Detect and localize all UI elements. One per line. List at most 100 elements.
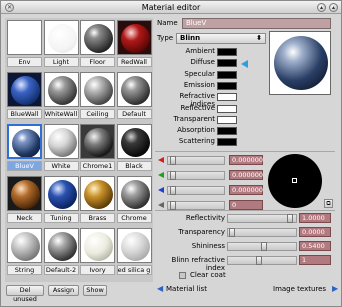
image-textures-link[interactable]: Image textures bbox=[273, 285, 326, 293]
color-swatch[interactable] bbox=[217, 127, 237, 136]
material-cell[interactable]: Light bbox=[43, 20, 79, 68]
name-label: Name bbox=[157, 19, 178, 27]
param-slider[interactable] bbox=[227, 242, 297, 251]
channel-b-value[interactable]: 0.000000 bbox=[229, 185, 263, 195]
material-name: BlueV bbox=[7, 161, 42, 171]
material-cell[interactable]: WhiteWall bbox=[43, 72, 79, 120]
channel-g-slider[interactable] bbox=[167, 171, 225, 180]
material-cell[interactable]: White bbox=[43, 124, 79, 172]
clear-coat-checkbox[interactable] bbox=[179, 272, 186, 279]
channel-a-value[interactable]: 0 bbox=[229, 200, 263, 210]
param-value[interactable]: 1.0000 bbox=[299, 213, 331, 223]
material-cell[interactable]: Tuning bbox=[43, 176, 79, 224]
type-select[interactable]: Blinn ⬍ bbox=[176, 33, 266, 44]
color-swatch[interactable] bbox=[217, 48, 237, 56]
channel-g-value[interactable]: 0.000000 bbox=[229, 170, 263, 180]
material-grid: Env Light Floor RedWall BlueWall WhiteWall Cei… bbox=[5, 18, 153, 282]
slider-knob[interactable] bbox=[170, 201, 176, 210]
color-swatch[interactable] bbox=[217, 138, 237, 147]
material-thumbnail[interactable] bbox=[7, 176, 42, 211]
material-name: Neck bbox=[7, 213, 42, 223]
param-slider[interactable] bbox=[227, 256, 297, 265]
material-thumbnail[interactable] bbox=[80, 72, 115, 107]
name-field[interactable]: BlueV bbox=[182, 18, 331, 29]
material-thumbnail[interactable] bbox=[116, 20, 152, 55]
color-swatch[interactable] bbox=[217, 115, 237, 124]
channel-b-slider[interactable] bbox=[167, 186, 225, 195]
assign-button[interactable]: Assign bbox=[48, 285, 79, 296]
param-slider[interactable] bbox=[227, 228, 297, 237]
slider-knob[interactable] bbox=[170, 171, 176, 180]
image-textures-arrow-icon[interactable]: ▶ bbox=[332, 285, 338, 293]
del-unused-button[interactable]: Del unused bbox=[6, 285, 44, 303]
color-swatch[interactable] bbox=[217, 70, 237, 79]
material-thumbnail[interactable] bbox=[7, 72, 42, 107]
material-cell[interactable]: RedWall bbox=[116, 20, 152, 68]
slider-knob[interactable] bbox=[229, 228, 235, 237]
color-swatch[interactable] bbox=[217, 93, 237, 102]
material-thumbnail[interactable] bbox=[7, 20, 42, 55]
slider-knob[interactable] bbox=[256, 256, 262, 265]
material-thumbnail[interactable] bbox=[43, 72, 79, 107]
param-slider[interactable] bbox=[227, 214, 297, 223]
color-wheel[interactable] bbox=[268, 154, 322, 208]
slider-knob[interactable] bbox=[170, 186, 176, 195]
window-maximize-button[interactable]: ▴ bbox=[329, 3, 338, 12]
material-thumbnail[interactable] bbox=[80, 124, 115, 159]
channel-a-slider[interactable] bbox=[167, 201, 225, 210]
material-thumbnail[interactable] bbox=[80, 20, 115, 55]
divider-bottom bbox=[155, 210, 335, 211]
color-swatch[interactable] bbox=[217, 104, 237, 113]
material-cell[interactable]: Chrome1 bbox=[80, 124, 115, 172]
material-cell[interactable]: Ceiling bbox=[80, 72, 115, 120]
material-cell[interactable]: Default bbox=[116, 72, 152, 120]
material-thumbnail[interactable] bbox=[80, 176, 115, 211]
slider-knob[interactable] bbox=[287, 214, 293, 223]
material-thumbnail[interactable] bbox=[7, 124, 42, 159]
material-thumbnail[interactable] bbox=[43, 228, 79, 263]
channel-r-slider[interactable] bbox=[167, 156, 225, 165]
material-name: Chrome bbox=[116, 213, 152, 223]
material-sphere bbox=[11, 180, 40, 209]
material-cell[interactable]: Black bbox=[116, 124, 152, 172]
material-cell[interactable]: String bbox=[7, 228, 42, 276]
slider-knob[interactable] bbox=[261, 242, 267, 251]
material-thumbnail[interactable] bbox=[43, 124, 79, 159]
material-cell[interactable]: Default-2 bbox=[43, 228, 79, 276]
material-cell[interactable]: Chrome bbox=[116, 176, 152, 224]
color-swatch[interactable] bbox=[217, 81, 237, 90]
material-thumbnail[interactable] bbox=[116, 72, 152, 107]
material-thumbnail[interactable] bbox=[116, 124, 152, 159]
show-button[interactable]: Show bbox=[83, 285, 107, 296]
material-name: Ceiling bbox=[80, 109, 115, 119]
type-select-value: Blinn bbox=[180, 34, 201, 42]
color-swatch[interactable] bbox=[217, 59, 237, 68]
material-cell[interactable]: Neck bbox=[7, 176, 42, 224]
material-cell[interactable]: Ivory bbox=[80, 228, 115, 276]
param-value[interactable]: 0.5400 bbox=[299, 241, 331, 251]
material-cell[interactable]: Env bbox=[7, 20, 42, 68]
material-cell[interactable]: Brass bbox=[80, 176, 115, 224]
param-value[interactable]: 1 bbox=[299, 255, 331, 265]
material-thumbnail[interactable] bbox=[7, 228, 42, 263]
material-cell[interactable]: BlueWall bbox=[7, 72, 42, 120]
material-thumbnail[interactable] bbox=[43, 20, 79, 55]
material-sphere bbox=[47, 180, 77, 209]
material-thumbnail[interactable] bbox=[80, 228, 115, 263]
material-name: Brass bbox=[80, 213, 115, 223]
material-list-link[interactable]: Material list bbox=[166, 285, 207, 293]
material-sphere bbox=[120, 24, 150, 53]
window-shade-button[interactable]: ▴ bbox=[317, 3, 326, 12]
material-cell[interactable]: BlueV bbox=[7, 124, 42, 172]
material-cell[interactable]: ed silica g bbox=[116, 228, 152, 276]
channel-r-value[interactable]: 0.000000 bbox=[229, 155, 263, 165]
title-bar: ✕ Material editor ▴ ▴ bbox=[1, 1, 341, 14]
material-thumbnail[interactable] bbox=[43, 176, 79, 211]
material-thumbnail[interactable] bbox=[116, 228, 152, 263]
color-picker-icon[interactable]: ⧉ bbox=[324, 199, 333, 208]
slider-knob[interactable] bbox=[170, 156, 176, 165]
material-thumbnail[interactable] bbox=[116, 176, 152, 211]
material-list-arrow-icon[interactable]: ◀ bbox=[157, 285, 163, 293]
material-cell[interactable]: Floor bbox=[80, 20, 115, 68]
param-value[interactable]: 0.0000 bbox=[299, 227, 331, 237]
